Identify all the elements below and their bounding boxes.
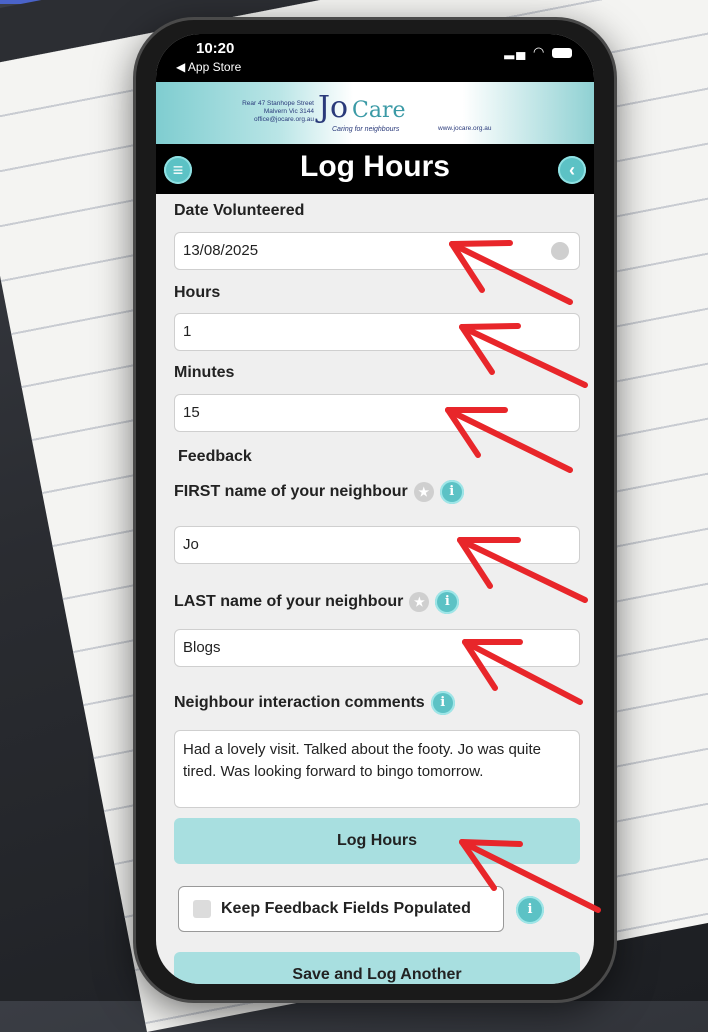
info-icon[interactable]: i	[430, 691, 455, 715]
comments-label: Neighbour interaction comments	[174, 694, 425, 712]
phone-frame: 10:20 ◀ App Store ▂▄ ◠ Rear 47 Stanhope …	[136, 20, 614, 1000]
comments-value: Had a lovely visit. Talked about the foo…	[183, 741, 541, 780]
phone-screen: 10:20 ◀ App Store ▂▄ ◠ Rear 47 Stanhope …	[156, 34, 594, 984]
feedback-heading: Feedback	[178, 448, 252, 465]
back-icon: ‹	[569, 160, 575, 180]
star-icon: ★	[409, 592, 430, 612]
jocare-logo: Jo Care Caring for neighbours	[318, 86, 428, 136]
minutes-label: Minutes	[174, 364, 235, 381]
clock: 10:20	[196, 40, 235, 57]
info-icon[interactable]: i	[516, 896, 544, 924]
battery-icon	[552, 47, 572, 58]
hours-input[interactable]: 1	[174, 313, 580, 351]
info-icon[interactable]: i	[439, 480, 464, 504]
wifi-icon: ◠	[533, 44, 547, 59]
hours-value: 1	[183, 323, 192, 340]
date-label: Date Volunteered	[174, 202, 305, 219]
last-name-label-row: LAST name of your neighbour ★ i	[174, 590, 460, 614]
log-hours-button[interactable]: Log Hours	[174, 818, 580, 864]
comments-label-row: Neighbour interaction comments i	[174, 691, 455, 715]
info-icon[interactable]: i	[435, 590, 460, 614]
signal-icon: ▂▄	[504, 44, 528, 59]
calendar-icon[interactable]	[551, 242, 569, 260]
first-name-input[interactable]: Jo	[174, 526, 580, 564]
last-name-input[interactable]: Blogs	[174, 629, 580, 667]
back-to-app-store-link[interactable]: ◀ App Store	[176, 60, 241, 74]
status-bar: 10:20 ◀ App Store ▂▄ ◠	[156, 34, 594, 82]
log-hours-form: Date Volunteered 13/08/2025 Hours 1 Minu…	[156, 194, 594, 984]
logo-jo: Jo	[318, 90, 349, 125]
last-name-value: Blogs	[183, 639, 221, 656]
date-input[interactable]: 13/08/2025	[174, 232, 580, 270]
address-line: Malvern Vic 3144	[263, 108, 314, 115]
minutes-value: 15	[183, 404, 200, 421]
first-name-label: FIRST name of your neighbour	[174, 483, 408, 501]
hours-label: Hours	[174, 284, 221, 301]
title-bar: ≡ Log Hours ‹	[156, 144, 594, 194]
logo-tagline: Caring for neighbours	[332, 126, 400, 133]
checkbox-box[interactable]	[193, 900, 211, 918]
status-icons: ▂▄ ◠	[504, 44, 572, 60]
org-address: Rear 47 Stanhope Street Malvern Vic 3144…	[236, 100, 314, 124]
star-icon: ★	[413, 482, 434, 502]
logo-care: Care	[352, 98, 406, 123]
keep-feedback-checkbox[interactable]: Keep Feedback Fields Populated	[178, 886, 504, 932]
first-name-label-row: FIRST name of your neighbour ★ i	[174, 480, 464, 504]
first-name-value: Jo	[183, 536, 199, 553]
last-name-label: LAST name of your neighbour	[174, 593, 404, 611]
page-title: Log Hours	[300, 150, 450, 183]
address-email: office@jocare.org.au	[254, 116, 314, 123]
comments-textarea[interactable]: Had a lovely visit. Talked about the foo…	[174, 730, 580, 808]
website: www.jocare.org.au	[438, 125, 492, 132]
address-line: Rear 47 Stanhope Street	[242, 100, 314, 107]
save-and-log-another-button[interactable]: Save and Log Another	[174, 952, 580, 984]
keep-feedback-label: Keep Feedback Fields Populated	[221, 900, 471, 917]
back-button[interactable]: ‹	[558, 156, 586, 184]
date-value: 13/08/2025	[183, 242, 259, 259]
minutes-input[interactable]: 15	[174, 394, 580, 432]
brand-banner: Rear 47 Stanhope Street Malvern Vic 3144…	[156, 82, 594, 144]
